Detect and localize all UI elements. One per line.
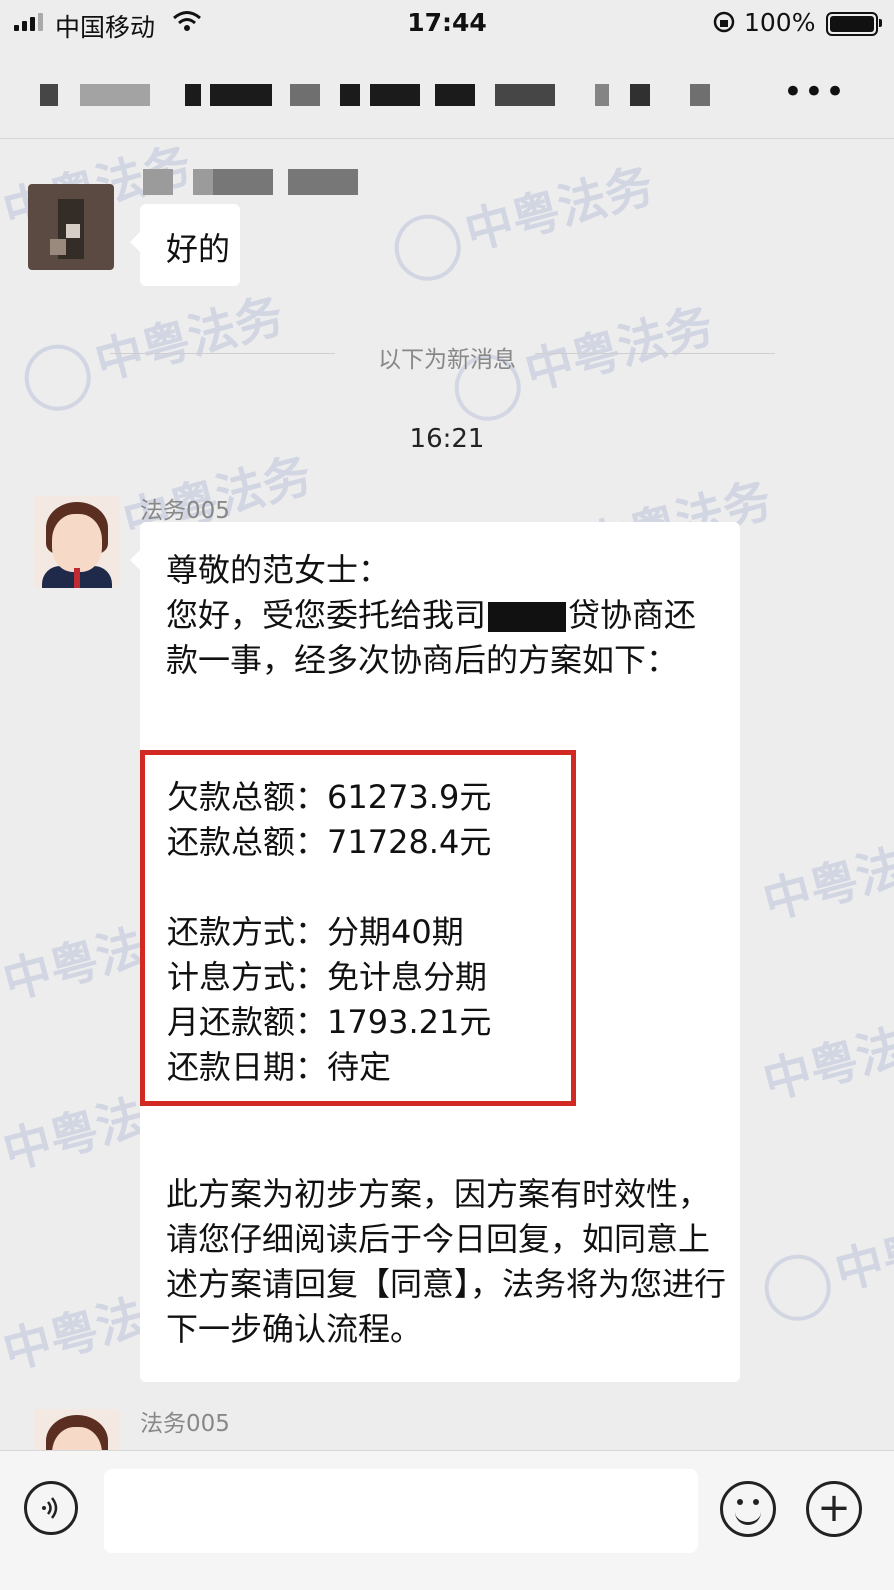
- watermark: 中粤法务: [757, 1006, 894, 1111]
- status-bar: 中国移动 17:44 100%: [0, 0, 894, 46]
- contact-avatar[interactable]: [28, 184, 114, 270]
- plan-highlight-box: 欠款总额：61273.9元 还款总额：71728.4元 还款方式：分期40期 计…: [140, 750, 576, 1106]
- message-timestamp: 16:21: [409, 424, 485, 454]
- watermark: 中粤法务: [385, 146, 662, 289]
- redacted-name: [488, 602, 567, 632]
- more-button[interactable]: •••: [783, 72, 846, 112]
- intro-text: 您好，受您委托给我司 贷协商还款一事，经多次协商后的方案如下：: [166, 596, 697, 679]
- agent-avatar[interactable]: [34, 1409, 120, 1450]
- sender-name-redacted: [143, 169, 358, 195]
- plan-row-repay-date: 还款日期：待定: [167, 1048, 392, 1086]
- plan-row-interest-method: 计息方式：免计息分期: [167, 958, 488, 996]
- new-messages-divider: 以下为新消息: [378, 347, 516, 373]
- greeting-text: 尊敬的范女士：: [166, 551, 391, 589]
- closing-text: 此方案为初步方案，因方案有时效性，请您仔细阅读后于今日回复，如同意上述方案请回复…: [166, 1175, 727, 1348]
- message-input[interactable]: [104, 1469, 698, 1553]
- chat-title-redacted: [40, 84, 730, 108]
- voice-icon[interactable]: [24, 1481, 78, 1535]
- battery-icon: [826, 12, 882, 36]
- sender-name: 法务005: [140, 1411, 230, 1437]
- plus-icon[interactable]: +: [806, 1481, 862, 1537]
- chat-header: •••: [0, 46, 894, 139]
- plan-row-repay-method: 还款方式：分期40期: [167, 913, 464, 951]
- chat-area: 中粤法务 中粤法务 中粤法务 中粤法务 中粤法务 中粤法务 中粤法务 中粤法务 …: [0, 139, 894, 1450]
- agent-avatar[interactable]: [34, 496, 120, 588]
- battery-percent: 100%: [744, 8, 816, 37]
- watermark: 中粤法务: [757, 826, 894, 931]
- sender-name: 法务005: [140, 498, 230, 524]
- plan-row-repay-total: 还款总额：71728.4元: [167, 823, 492, 861]
- emoji-icon[interactable]: [720, 1481, 776, 1537]
- message-bubble[interactable]: 好的: [130, 204, 240, 286]
- rotation-lock-icon: [713, 11, 735, 33]
- watermark: 中粤法务: [755, 1186, 894, 1329]
- plan-row-debt-total: 欠款总额：61273.9元: [167, 778, 492, 816]
- input-bar: +: [0, 1450, 894, 1590]
- plan-row-monthly-amount: 月还款额：1793.21元: [167, 1003, 492, 1041]
- message-text: 好的: [166, 230, 231, 268]
- message-bubble-plan[interactable]: 尊敬的范女士： 您好，受您委托给我司 贷协商还款一事，经多次协商后的方案如下： 欠…: [130, 522, 740, 1382]
